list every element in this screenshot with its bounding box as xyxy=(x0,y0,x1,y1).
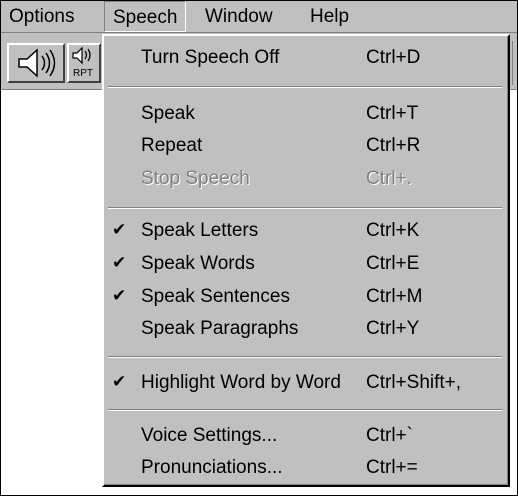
menu-item-voice-settings[interactable]: Voice Settings... Ctrl+` xyxy=(104,422,506,452)
menu-item-label: Stop Speech xyxy=(141,168,250,189)
menu-item-label: Repeat xyxy=(141,135,203,156)
checkmark-icon: ✔ xyxy=(112,372,127,391)
menu-separator xyxy=(108,86,502,88)
speak-button[interactable] xyxy=(7,43,65,83)
speaker-icon xyxy=(18,48,56,78)
menu-item-label: Speak Words xyxy=(141,253,255,274)
menu-item-repeat[interactable]: Repeat Ctrl+R xyxy=(104,132,506,162)
speech-menu-dropdown: Turn Speech Off Ctrl+D Speak Ctrl+T Repe… xyxy=(102,34,510,487)
menu-item-label: Voice Settings... xyxy=(141,425,278,446)
menu-item-highlight-word-by-word[interactable]: ✔ Highlight Word by Word Ctrl+Shift+, xyxy=(104,369,506,399)
menu-item-label: Speak Paragraphs xyxy=(141,318,299,339)
menu-item-shortcut: Ctrl+Shift+, xyxy=(366,372,462,393)
app-window: Options Speech Window Help RPT Turn Spee… xyxy=(0,0,518,496)
menu-window[interactable]: Window xyxy=(197,1,281,32)
menu-item-shortcut: Ctrl+R xyxy=(366,135,421,156)
menu-item-speak-paragraphs[interactable]: Speak Paragraphs Ctrl+Y xyxy=(104,315,506,345)
menu-item-shortcut: Ctrl+T xyxy=(366,103,419,124)
menu-item-shortcut: Ctrl+= xyxy=(366,457,418,478)
repeat-caption: RPT xyxy=(73,68,93,79)
menu-help[interactable]: Help xyxy=(302,1,357,32)
menu-item-label: Turn Speech Off xyxy=(141,47,280,68)
menu-item-shortcut: Ctrl+Y xyxy=(366,318,420,339)
menu-item-label: Pronunciations... xyxy=(141,457,283,478)
menu-item-pronunciations[interactable]: Pronunciations... Ctrl+= xyxy=(104,454,506,484)
repeat-button[interactable]: RPT xyxy=(67,43,101,83)
menu-item-stop-speech: Stop Speech Ctrl+. xyxy=(104,165,506,195)
menu-item-shortcut: Ctrl+E xyxy=(366,253,420,274)
menu-separator xyxy=(108,409,502,411)
checkmark-icon: ✔ xyxy=(112,253,127,272)
menu-bar: Options Speech Window Help xyxy=(1,1,517,33)
menu-item-speak-words[interactable]: ✔ Speak Words Ctrl+E xyxy=(104,250,506,280)
menu-item-shortcut: Ctrl+M xyxy=(366,286,423,307)
menu-options[interactable]: Options xyxy=(1,1,82,32)
checkmark-icon: ✔ xyxy=(112,286,127,305)
speaker-repeat-icon: RPT xyxy=(72,46,93,79)
menu-item-label: Highlight Word by Word xyxy=(141,372,341,393)
menu-item-label: Speak xyxy=(141,103,195,124)
menu-separator xyxy=(108,207,502,209)
menu-speech[interactable]: Speech xyxy=(104,1,187,32)
menu-item-speak-sentences[interactable]: ✔ Speak Sentences Ctrl+M xyxy=(104,283,506,313)
menu-item-speak[interactable]: Speak Ctrl+T xyxy=(104,100,506,130)
menu-item-speak-letters[interactable]: ✔ Speak Letters Ctrl+K xyxy=(104,217,506,247)
menu-item-turn-speech-off[interactable]: Turn Speech Off Ctrl+D xyxy=(104,44,506,74)
menu-item-shortcut: Ctrl+D xyxy=(366,47,421,68)
checkmark-icon: ✔ xyxy=(112,220,127,239)
menu-item-label: Speak Sentences xyxy=(141,286,290,307)
menu-item-label: Speak Letters xyxy=(141,220,259,241)
menu-separator xyxy=(108,356,502,358)
menu-item-shortcut: Ctrl+K xyxy=(366,220,420,241)
menu-item-shortcut: Ctrl+. xyxy=(366,168,412,189)
menu-item-shortcut: Ctrl+` xyxy=(366,425,413,446)
